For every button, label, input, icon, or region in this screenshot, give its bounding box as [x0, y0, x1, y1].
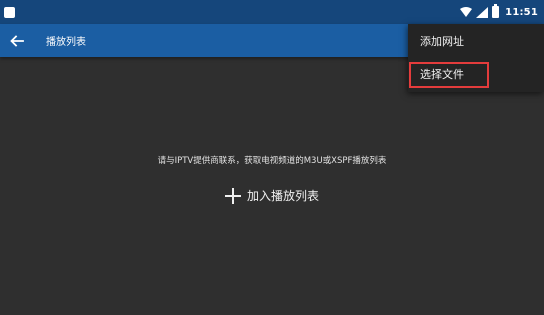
menu-item-label: 添加网址	[420, 35, 464, 48]
screen: 11:51 播放列表 添加网址 选择文件 请与IPTV提供商联系，获取电视频道的…	[0, 0, 544, 315]
wifi-icon	[460, 7, 473, 17]
add-playlist-label: 加入播放列表	[246, 189, 319, 203]
overflow-menu: 添加网址 选择文件	[408, 24, 544, 92]
back-arrow-icon	[10, 34, 24, 47]
menu-item-choose-file[interactable]: 选择文件	[408, 59, 544, 89]
back-button[interactable]	[8, 32, 26, 50]
battery-icon	[492, 4, 500, 18]
plus-icon	[224, 187, 241, 204]
menu-item-add-url[interactable]: 添加网址	[408, 26, 544, 56]
status-icons: 11:51	[460, 4, 538, 18]
empty-state-hint: 请与IPTV提供商联系，获取电视频道的M3U或XSPF播放列表	[157, 156, 387, 166]
status-bar: 11:51	[0, 0, 544, 24]
notification-icon	[4, 6, 15, 18]
highlight-box	[409, 62, 489, 88]
signal-icon	[476, 6, 489, 18]
clock: 11:51	[505, 6, 538, 18]
add-playlist-button[interactable]: 加入播放列表	[0, 187, 544, 204]
page-title: 播放列表	[46, 37, 86, 48]
